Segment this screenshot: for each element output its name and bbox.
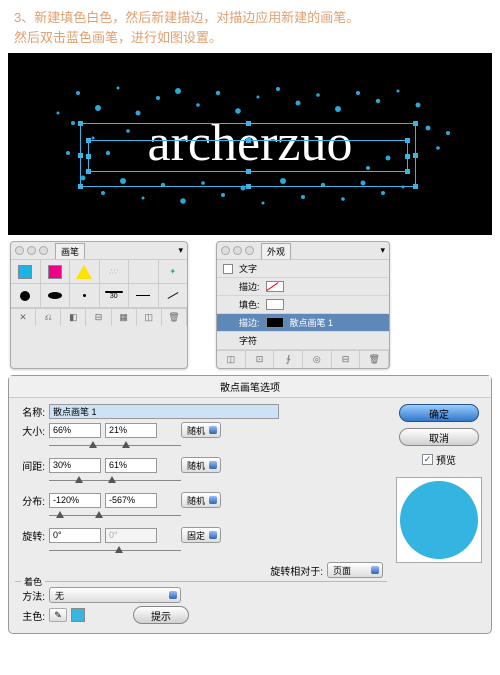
brush-swatch[interactable] (129, 260, 159, 283)
rotate-slider[interactable] (49, 546, 181, 556)
preview-box (396, 477, 482, 563)
preview-checkbox[interactable]: ✓预览 (422, 452, 456, 467)
eyedropper-icon[interactable]: ✎ (49, 608, 67, 622)
panel-menu-icon[interactable]: ▾ (178, 245, 183, 256)
spacing-mode[interactable]: 随机 (181, 457, 221, 473)
panel-toolbar: ◫⊡∱◎⊟🗑 (217, 350, 389, 368)
appear-stroke-row[interactable]: 描边: (217, 278, 389, 296)
tool-icon[interactable]: ◎ (303, 351, 332, 368)
size-input-1[interactable]: 66% (49, 423, 101, 438)
dialog-title: 散点画笔选项 (9, 376, 491, 398)
swatch-icon (223, 264, 233, 274)
rotate-mode[interactable]: 固定 (181, 527, 221, 543)
brush-swatch[interactable] (11, 260, 41, 283)
tool-icon[interactable]: ⊡ (246, 351, 275, 368)
spacing-input-1[interactable]: 30% (49, 458, 101, 473)
window-buttons[interactable] (15, 246, 48, 255)
trash-icon[interactable]: 🗑 (162, 309, 187, 326)
key-color-swatch[interactable] (71, 608, 85, 622)
fill-swatch (266, 299, 284, 310)
hint-button[interactable]: 提示 (133, 606, 189, 624)
spacing-slider[interactable] (49, 476, 181, 486)
brush-swatch[interactable]: ✦ (159, 260, 188, 283)
size-mode[interactable]: 随机 (181, 422, 221, 438)
brush-swatch[interactable]: ∴∵ (100, 260, 130, 283)
spacing-input-2[interactable]: 61% (105, 458, 157, 473)
appear-fill-row[interactable]: 填色: (217, 296, 389, 314)
new-brush-icon[interactable]: ◫ (137, 309, 162, 326)
tab-appearance[interactable]: 外观 (261, 243, 291, 259)
appear-char-row[interactable]: 字符 (217, 332, 389, 350)
brush-swatch[interactable] (11, 284, 41, 307)
size-slider[interactable] (49, 441, 181, 451)
scatter-brush-dialog: 散点画笔选项 名称:散点画笔 1 大小:66%21%随机 间距:30%61%随机… (8, 375, 492, 634)
appear-stroke-selected[interactable]: 描边:散点画笔 1 (217, 314, 389, 332)
relative-dropdown[interactable]: 页面 (327, 562, 383, 578)
rotate-input-1[interactable]: 0° (49, 528, 101, 543)
stroke-swatch (266, 317, 284, 328)
scatter-slider[interactable] (49, 511, 181, 521)
name-input[interactable]: 散点画笔 1 (49, 404, 279, 419)
preview-circle (400, 481, 478, 559)
brush-swatch[interactable]: 30 (100, 284, 130, 307)
tool-icon[interactable]: ∱ (274, 351, 303, 368)
scatter-input-2[interactable]: -567% (105, 493, 157, 508)
none-icon (266, 281, 284, 292)
brush-swatch[interactable] (129, 284, 159, 307)
brush-row-2: 30 (11, 284, 187, 308)
ok-button[interactable]: 确定 (399, 404, 479, 422)
appearance-panel[interactable]: 外观 ▾ 文字 描边: 填色: 描边:散点画笔 1 字符 ◫⊡∱◎⊟🗑 (216, 241, 390, 369)
brush-swatch[interactable] (70, 284, 100, 307)
scatter-mode[interactable]: 随机 (181, 492, 221, 508)
size-input-2[interactable]: 21% (105, 423, 157, 438)
tool-icon[interactable]: ◫ (217, 351, 246, 368)
selection-box-inner (88, 140, 408, 172)
color-group: 着色 方法:无 主色:✎提示 (15, 581, 387, 624)
brush-row-1: ∴∵ ✦ (11, 260, 187, 284)
panel-menu-icon[interactable]: ▾ (380, 245, 385, 256)
window-buttons[interactable] (221, 246, 254, 255)
brush-swatch[interactable] (159, 284, 188, 307)
artboard[interactable]: archerzuo (8, 53, 492, 235)
color-method[interactable]: 无 (49, 587, 181, 603)
tool-icon[interactable]: ▦ (112, 309, 137, 326)
cancel-button[interactable]: 取消 (399, 428, 479, 446)
rotate-input-2: 0° (105, 528, 157, 543)
tool-icon[interactable]: ◧ (61, 309, 86, 326)
brush-swatch[interactable] (41, 284, 71, 307)
tool-icon[interactable]: ⊟ (86, 309, 111, 326)
tool-icon[interactable]: ⊟ (332, 351, 361, 368)
tool-icon[interactable]: ✕ (11, 309, 36, 326)
brush-swatch[interactable] (70, 260, 100, 283)
scatter-input-1[interactable]: -120% (49, 493, 101, 508)
tool-icon[interactable]: ⎌ (36, 309, 61, 326)
brushes-panel[interactable]: 画笔 ▾ ∴∵ ✦ 30 ✕⎌◧⊟▦◫🗑 (10, 241, 188, 369)
trash-icon[interactable]: 🗑 (360, 351, 389, 368)
brush-swatch[interactable] (41, 260, 71, 283)
appear-type-row: 文字 (217, 260, 389, 278)
tab-brushes[interactable]: 画笔 (55, 243, 85, 259)
step-text: 3、新建填色白色，然后新建描边，对描边应用新建的画笔。 然后双击蓝色画笔，进行如… (0, 0, 500, 51)
panel-toolbar: ✕⎌◧⊟▦◫🗑 (11, 308, 187, 326)
